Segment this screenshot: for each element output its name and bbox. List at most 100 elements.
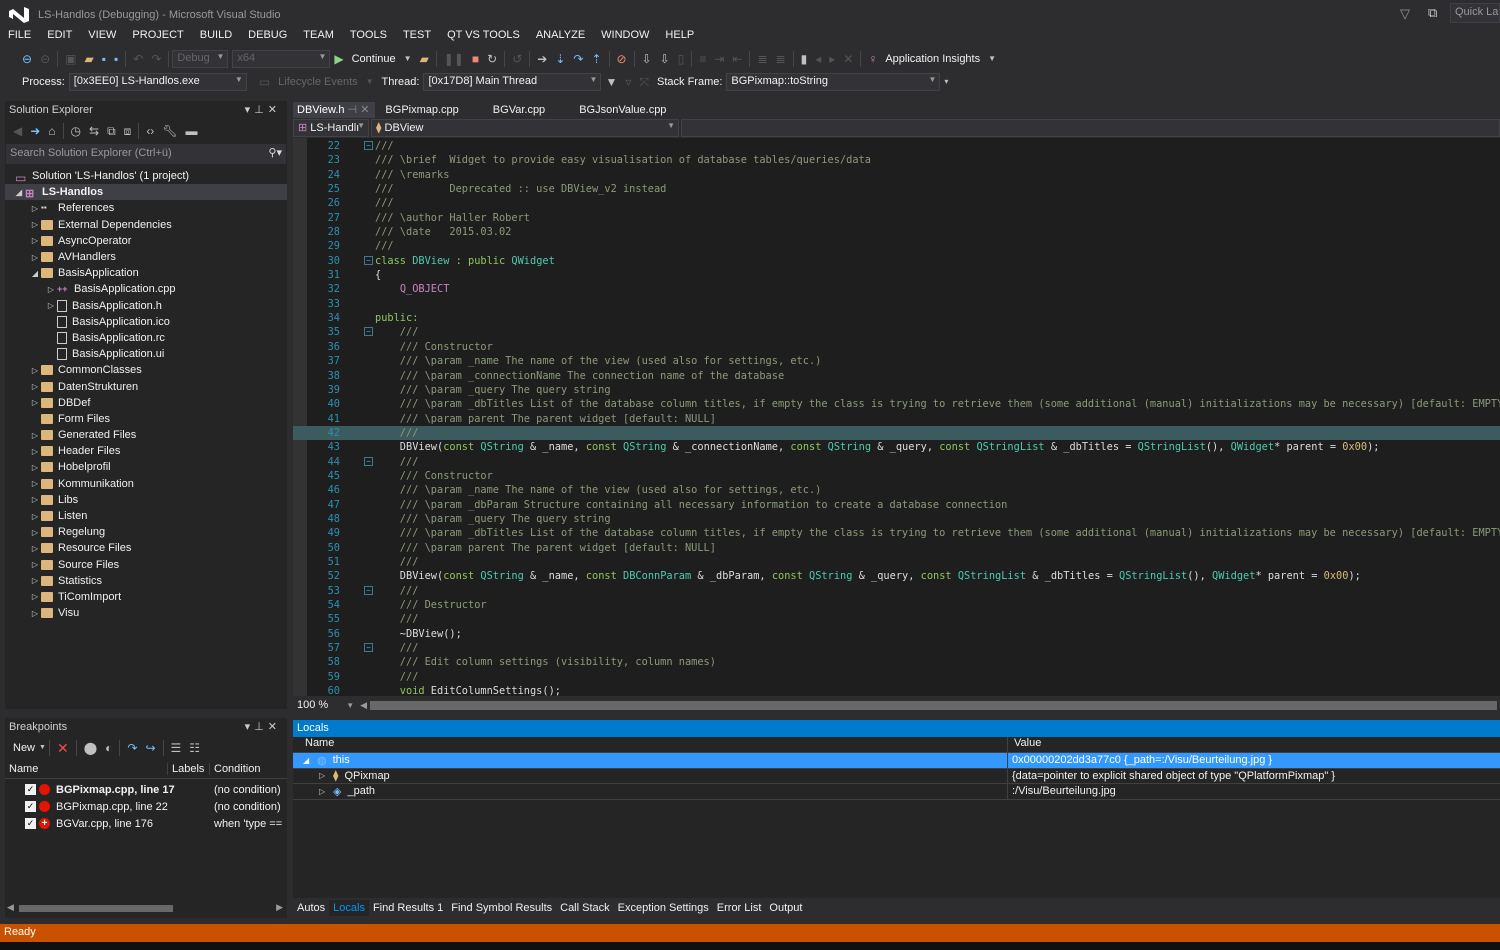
tree-item[interactable]: BasisApplication.ico [5, 314, 287, 330]
go-to-source-icon[interactable]: ☰ [167, 738, 186, 758]
tree-item[interactable]: ▷ Regelung [5, 524, 287, 540]
tree-item[interactable]: ▷ Listen [5, 508, 287, 524]
export-icon[interactable]: ↷ [123, 738, 141, 758]
code-line[interactable]: 29 /// [293, 239, 1500, 253]
pin-icon[interactable]: ⊥ [254, 104, 268, 116]
close-icon[interactable]: ✕ [268, 721, 281, 733]
navigate-forward-icon[interactable]: ⊝ [36, 49, 54, 69]
dump-memory-icon[interactable]: ⇩ [638, 49, 656, 69]
code-line[interactable]: 22 −/// [293, 139, 1500, 153]
lifecycle-events-button[interactable]: Lifecycle Events [274, 76, 361, 88]
collapsed-arrow-icon[interactable]: ▷ [29, 495, 41, 504]
locals-row[interactable]: ▷ ◈ _path:/Visu/Beurteilung.jpg [293, 784, 1500, 800]
breakpoint-row[interactable]: ✓ BGPixmap.cpp, line 22 (no condition) [5, 798, 287, 815]
go-to-disassembly-icon[interactable]: ☷ [185, 738, 204, 758]
tree-item[interactable]: ▷ Hobelprofil [5, 459, 287, 475]
collapsed-arrow-icon[interactable]: ▷ [29, 479, 41, 488]
code-line[interactable]: 46 /// \param _name The name of the view… [293, 483, 1500, 497]
tool-tab-find-results-1[interactable]: Find Results 1 [369, 900, 447, 916]
locals-value[interactable]: :/Visu/Beurteilung.jpg [1008, 784, 1116, 799]
tree-item[interactable]: ▷ CommonClasses [5, 362, 287, 378]
code-line[interactable]: 28 /// \date 2015.03.02 [293, 225, 1500, 239]
quick-launch-input[interactable]: Quick Launch [1450, 3, 1500, 23]
tool-tab-locals[interactable]: Locals [329, 900, 369, 916]
menu-analyze[interactable]: ANALYZE [528, 28, 593, 46]
code-line[interactable]: 52 DBView(const QString & _name, const D… [293, 569, 1500, 583]
code-line[interactable]: 55 /// [293, 612, 1500, 626]
step-over-icon[interactable]: ↷ [569, 49, 587, 69]
menu-edit[interactable]: EDIT [39, 28, 80, 46]
pin-tab-icon[interactable]: ⊣ [345, 104, 361, 116]
code-line[interactable]: 32 Q_OBJECT [293, 282, 1500, 296]
locals-value[interactable]: {data=pointer to explicit shared object … [1008, 769, 1335, 784]
preview-icon[interactable]: ▬ [182, 121, 202, 141]
collapse-region-icon[interactable]: − [364, 255, 373, 265]
indent-icon[interactable]: ⇥ [710, 49, 728, 69]
collapsed-arrow-icon[interactable]: ▷ [29, 382, 41, 391]
process-select[interactable]: [0x3EE0] LS-Handlos.exe ▼ [68, 73, 247, 91]
collapse-region-icon[interactable]: − [364, 585, 373, 595]
filter-threads-icon[interactable]: ▼ [601, 72, 621, 92]
back-icon[interactable]: ◀ [9, 121, 26, 141]
clear-bookmarks-icon[interactable]: ✕ [839, 49, 857, 69]
collapse-region-icon[interactable]: − [364, 327, 373, 337]
properties-wrench-icon[interactable]: 🔧︎ [158, 121, 181, 141]
locals-row[interactable]: ▷ ⧫ QPixmap {data=pointer to explicit share… [293, 768, 1500, 784]
search-icon[interactable]: ⚲▾ [268, 146, 282, 159]
code-line[interactable]: 49 /// \param _dbTitles List of the data… [293, 526, 1500, 540]
outdent-icon[interactable]: ⇤ [728, 49, 746, 69]
pin-icon[interactable]: ⊥ [254, 721, 268, 733]
forward-icon[interactable]: ➜ [26, 121, 44, 141]
window-position-icon[interactable]: ▾ [245, 721, 255, 733]
collapsed-arrow-icon[interactable]: ▷ [29, 512, 41, 521]
tree-item[interactable]: ▷ ++ BasisApplication.cpp [5, 281, 287, 297]
menu-tools[interactable]: TOOLS [342, 28, 395, 46]
continue-button[interactable]: Continue [348, 53, 400, 65]
tree-item[interactable]: ▷ AVHandlers [5, 249, 287, 265]
collapsed-arrow-icon[interactable]: ▷ [29, 204, 41, 213]
step-out-icon[interactable]: ⇡ [587, 49, 605, 69]
new-breakpoint-button[interactable]: New [9, 742, 39, 754]
code-line[interactable]: 48 /// \param _query The query string [293, 512, 1500, 526]
menu-test[interactable]: TEST [395, 28, 439, 46]
flag-threads-icon[interactable]: ▿ [621, 72, 635, 92]
collapse-region-icon[interactable]: − [364, 456, 373, 466]
tool-tab-autos[interactable]: Autos [293, 900, 329, 916]
locals-row[interactable]: ◢ ◍ this 0x00000202dd3a77c0 {_path=:/Visu/B… [293, 753, 1500, 769]
code-line[interactable]: 42 /// [293, 425, 1500, 441]
uncomment-icon[interactable]: ≣ [753, 49, 771, 69]
show-next-statement-icon[interactable]: ➔ [533, 49, 551, 69]
tree-item[interactable]: ▷ TiComImport [5, 589, 287, 605]
code-line[interactable]: 35 − /// [293, 325, 1500, 339]
code-line[interactable]: 56 ~DBView(); [293, 627, 1500, 641]
breakpoint-row[interactable]: ✓ + BGVar.cpp, line 176 when 'type == [5, 815, 287, 832]
tree-item[interactable]: ◢ BasisApplication [5, 265, 287, 281]
view-code-icon[interactable]: ‹› [142, 121, 158, 141]
menu-debug[interactable]: DEBUG [240, 28, 295, 46]
menu-team[interactable]: TEAM [295, 28, 342, 46]
collapse-region-icon[interactable]: − [364, 643, 373, 653]
zoom-level-select[interactable]: 100 % [293, 699, 332, 711]
chevron-down-icon[interactable]: ▼ [39, 738, 46, 758]
collapsed-arrow-icon[interactable]: ▷ [45, 301, 57, 310]
code-line[interactable]: 33 [293, 297, 1500, 311]
code-line[interactable]: 58 /// Edit column settings (visibility,… [293, 655, 1500, 669]
stack-frame-select[interactable]: BGPixmap::toString ▼ [726, 73, 941, 91]
collapsed-arrow-icon[interactable]: ▷ [29, 447, 41, 456]
code-line[interactable]: 51 /// [293, 555, 1500, 569]
apply-code-changes-icon[interactable]: ↺ [508, 49, 526, 69]
tree-item[interactable]: ▷ Resource Files [5, 540, 287, 556]
tool-tab-output[interactable]: Output [765, 900, 806, 916]
code-line[interactable]: 37 /// \param _name The name of the view… [293, 354, 1500, 368]
collapsed-arrow-icon[interactable]: ▷ [319, 771, 333, 780]
column-name[interactable]: Name [293, 737, 1008, 752]
tree-item[interactable]: ▷ DatenStrukturen [5, 378, 287, 394]
code-line[interactable]: 41 /// \param parent The parent widget [… [293, 412, 1500, 426]
close-tab-icon[interactable]: ✕ [360, 104, 369, 116]
member-scope-select[interactable] [681, 119, 1500, 137]
stop-debugging-icon[interactable]: ■ [468, 49, 483, 69]
collapsed-arrow-icon[interactable]: ▷ [29, 528, 41, 537]
menu-window[interactable]: WINDOW [593, 28, 657, 46]
collapse-region-icon[interactable]: − [364, 141, 373, 150]
code-line[interactable]: 34 public: [293, 311, 1500, 325]
